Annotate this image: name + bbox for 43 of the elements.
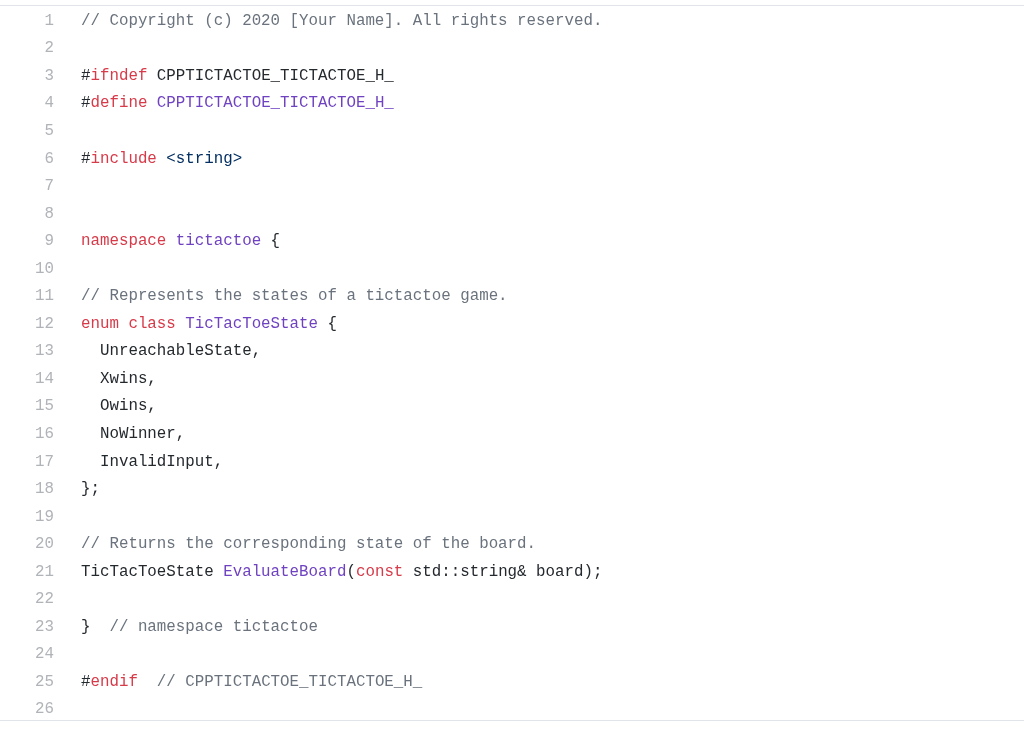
code-line: // Returns the corresponding state of the board.	[81, 535, 537, 554]
code-line: namespace tictactoe {	[81, 232, 281, 251]
line-number: 11	[34, 287, 54, 306]
code-line: TicTacToeState EvaluateBoard(const std::string& board);	[81, 562, 603, 581]
line-number: 24	[34, 645, 54, 664]
line-number: 6	[43, 149, 54, 168]
line-number: 17	[34, 452, 54, 471]
line-number: 10	[34, 259, 54, 278]
code-line: #endif // CPPTICTACTOE_TICTACTOE_H_	[81, 672, 423, 691]
line-number: 5	[43, 121, 54, 140]
code-line: Owins,	[98, 397, 157, 416]
code-line: InvalidInput,	[98, 452, 224, 471]
line-number: 7	[43, 177, 54, 196]
code-line: NoWinner,	[98, 424, 186, 443]
code-line: // Represents the states of a tictactoe game.	[81, 287, 508, 306]
code-line: #define CPPTICTACTOE_TICTACTOE_H_	[81, 94, 394, 113]
line-number: 1	[43, 11, 54, 30]
line-number: 12	[34, 314, 54, 333]
line-number: 13	[34, 342, 54, 361]
line-number: 2	[43, 39, 54, 58]
line-number: 25	[34, 672, 54, 691]
line-number: 14	[34, 369, 54, 388]
code-line: } // namespace tictactoe	[81, 617, 318, 636]
code-line: Xwins,	[98, 369, 157, 388]
line-number: 15	[34, 397, 54, 416]
line-number: 26	[34, 700, 54, 719]
line-number: 21	[34, 562, 54, 581]
line-number: 19	[34, 507, 54, 526]
line-number: 23	[34, 617, 54, 636]
line-number: 22	[34, 590, 54, 609]
code-line: // Copyright (c) 2020 [Your Name]. All rights reserved.	[81, 11, 603, 30]
line-number: 4	[43, 94, 54, 113]
code-line: #include <string>	[81, 149, 243, 168]
code-line: UnreachableState,	[98, 342, 262, 361]
code-line: #ifndef CPPTICTACTOE_TICTACTOE_H_	[81, 66, 394, 85]
line-number: 8	[43, 204, 54, 223]
code-line: enum class TicTacToeState {	[81, 314, 337, 333]
line-number: 18	[34, 480, 54, 499]
line-number: 9	[43, 232, 54, 251]
code-line: };	[81, 480, 100, 499]
line-number: 20	[34, 535, 54, 554]
line-number: 16	[34, 424, 54, 443]
line-number: 3	[43, 66, 54, 85]
